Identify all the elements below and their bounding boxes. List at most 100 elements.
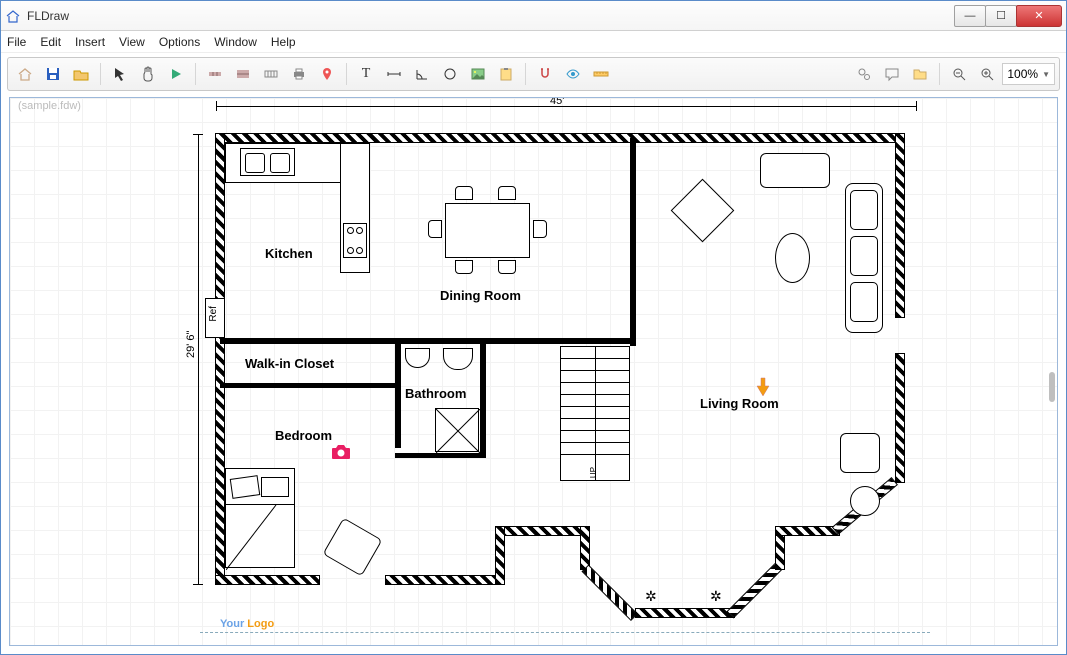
text-button[interactable]: T <box>353 62 379 86</box>
dimension-button[interactable] <box>381 62 407 86</box>
zoom-dropdown-icon: ▼ <box>1042 70 1050 79</box>
wall-south-1 <box>215 575 320 585</box>
image-button[interactable] <box>465 62 491 86</box>
zoom-out-button[interactable] <box>946 62 972 86</box>
stairs-up-label: UP <box>589 467 598 478</box>
menubar: File Edit Insert View Options Window Hel… <box>1 31 1066 53</box>
dim-width: 45' <box>550 97 564 107</box>
bed <box>225 468 295 568</box>
floor-plan[interactable]: Ref <box>200 128 920 618</box>
camera-icon[interactable] <box>330 443 352 466</box>
plant-icon: ✲ <box>645 588 657 605</box>
wall-bath-bottom <box>395 453 485 458</box>
wall-kitchen-living <box>630 138 636 346</box>
app-window: FLDraw — ☐ ✕ File Edit Insert View Optio… <box>0 0 1067 655</box>
logo-divider <box>200 632 930 633</box>
label-dining: Dining Room <box>440 288 521 303</box>
wall-bay-1 <box>580 526 590 570</box>
wall-north <box>215 133 905 143</box>
scroll-thumb[interactable] <box>1049 372 1055 402</box>
play-button[interactable] <box>163 62 189 86</box>
zoom-in-button[interactable] <box>974 62 1000 86</box>
ruler-button[interactable] <box>588 62 614 86</box>
dim-line-left <box>198 134 199 584</box>
dim-line-top <box>216 106 916 107</box>
comment-button[interactable] <box>879 62 905 86</box>
folder-button[interactable] <box>907 62 933 86</box>
label-bathroom: Bathroom <box>405 386 466 401</box>
titlebar: FLDraw — ☐ ✕ <box>1 1 1066 31</box>
wall-east-lower <box>895 353 905 483</box>
armchair-1 <box>671 179 735 243</box>
zoom-level[interactable]: 100% ▼ <box>1002 63 1055 85</box>
wall-tool-3[interactable] <box>258 62 284 86</box>
scrollbar-vertical[interactable] <box>1049 110 1055 633</box>
stairs <box>560 346 630 481</box>
circle-button[interactable] <box>437 62 463 86</box>
coffee-table <box>775 233 810 283</box>
wall-tool-2[interactable] <box>230 62 256 86</box>
menu-insert[interactable]: Insert <box>75 35 105 49</box>
settings-button[interactable] <box>851 62 877 86</box>
pointer-button[interactable] <box>107 62 133 86</box>
clipboard-button[interactable] <box>493 62 519 86</box>
sofa <box>845 183 883 333</box>
home-button[interactable] <box>12 62 38 86</box>
menu-view[interactable]: View <box>119 35 145 49</box>
wall-east-upper <box>895 133 905 318</box>
menu-edit[interactable]: Edit <box>40 35 61 49</box>
logo-placeholder: Your Logo <box>220 618 274 630</box>
menu-help[interactable]: Help <box>271 35 296 49</box>
separator <box>525 63 526 85</box>
separator <box>939 63 940 85</box>
label-kitchen: Kitchen <box>265 246 313 261</box>
label-living: Living Room <box>700 396 779 411</box>
separator <box>100 63 101 85</box>
wall-closet-bottom <box>220 383 395 388</box>
separator <box>346 63 347 85</box>
menu-file[interactable]: File <box>7 35 26 49</box>
open-button[interactable] <box>68 62 94 86</box>
bedroom-chair <box>323 518 383 577</box>
sink-bath <box>443 348 473 370</box>
separator <box>195 63 196 85</box>
wall-closet-bath <box>395 338 401 448</box>
toilet <box>405 348 430 368</box>
document-tab[interactable]: (sample.fdw) <box>12 98 87 114</box>
shower <box>435 408 479 452</box>
label-walkin: Walk-in Closet <box>245 356 334 371</box>
menu-options[interactable]: Options <box>159 35 200 49</box>
label-bedroom: Bedroom <box>275 428 332 443</box>
wall-west <box>215 133 225 585</box>
dim-height: 29' 6" <box>185 331 197 358</box>
pan-button[interactable] <box>135 62 161 86</box>
print-button[interactable] <box>286 62 312 86</box>
zoom-value: 100% <box>1007 67 1038 81</box>
close-button[interactable]: ✕ <box>1016 5 1062 27</box>
visibility-button[interactable] <box>560 62 586 86</box>
minimize-button[interactable]: — <box>954 5 986 27</box>
wall-mid <box>220 338 635 344</box>
menu-window[interactable]: Window <box>214 35 257 49</box>
wall-south-3 <box>500 526 590 536</box>
wall-south-corner <box>495 526 505 585</box>
snap-button[interactable] <box>532 62 558 86</box>
armchair-2 <box>840 433 880 473</box>
side-table <box>850 486 880 516</box>
loveseat <box>760 153 830 188</box>
app-icon <box>5 8 21 24</box>
maximize-button[interactable]: ☐ <box>985 5 1017 27</box>
canvas[interactable]: (sample.fdw) 45' 29' 6" <box>9 97 1058 646</box>
wall-tool-1[interactable] <box>202 62 228 86</box>
wall-south-2 <box>385 575 500 585</box>
pin-button[interactable] <box>314 62 340 86</box>
wall-bath-right <box>480 338 486 458</box>
window-title: FLDraw <box>27 9 955 23</box>
dining-table <box>445 203 530 258</box>
kitchen-sink <box>240 148 295 176</box>
window-controls: — ☐ ✕ <box>955 5 1062 27</box>
plant-icon: ✲ <box>710 588 722 605</box>
angle-button[interactable] <box>409 62 435 86</box>
save-button[interactable] <box>40 62 66 86</box>
toolbar: T 100% ▼ <box>7 57 1060 91</box>
